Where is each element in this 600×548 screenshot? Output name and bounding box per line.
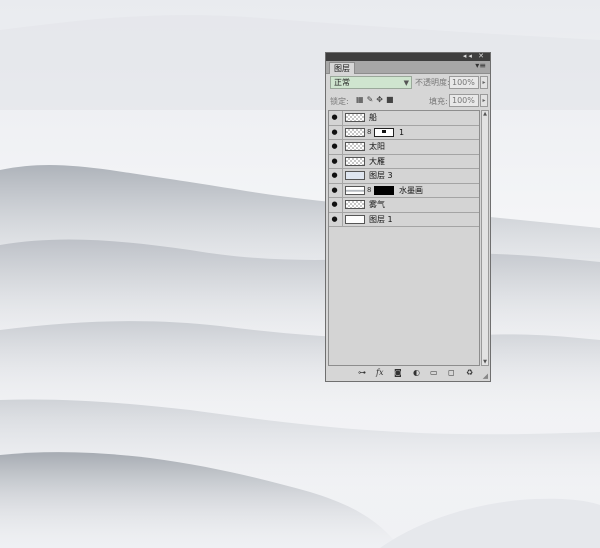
layer-row[interactable]: ● 8 1 [329,125,479,140]
trash-icon[interactable]: ♻ [466,368,473,377]
opacity-slider-toggle[interactable]: ▸ [480,76,488,89]
collapse-icon[interactable]: ◂◂ ✕ [463,52,486,60]
panel-titlebar[interactable]: ◂◂ ✕ [326,52,490,61]
blend-mode-value: 正常 [334,78,350,87]
tab-layers[interactable]: 图层 [329,62,355,74]
lock-label: 锁定: [330,97,349,106]
fx-icon[interactable]: fx [376,368,383,377]
eye-icon[interactable]: ● [330,157,339,166]
new-layer-icon[interactable]: ◻ [448,368,455,377]
layer-name: 图层 1 [369,214,393,224]
layer-thumbnail [345,185,365,195]
scroll-down-icon[interactable]: ▼ [482,359,488,365]
layer-name: 水墨画 [399,185,423,195]
blend-row: 正常 ▼ 不透明度: 100% ▸ [329,76,488,90]
lock-options: ▦✎✥■ [356,95,397,104]
layer-mask-thumbnail [374,127,394,137]
chevron-down-icon: ▼ [403,79,409,87]
layer-row[interactable]: ● 太阳 [329,140,479,155]
layer-list: ● 船 ● 8 1 ● 太阳 ● 大雁 ● 图层 3 ● 8 水墨画 ● 雾气 … [328,110,480,366]
eye-icon[interactable]: ● [330,142,339,151]
resize-grip-icon[interactable]: ◢ [483,372,488,380]
panel-footer: ⊶ fx ◙ ◐ ▭ ◻ ♻ ◢ [326,366,490,381]
eye-icon[interactable]: ● [330,171,339,180]
fill-label: 填充: [429,97,448,106]
layer-name: 1 [399,127,405,137]
layer-thumbnail [345,113,365,122]
layer-row[interactable]: ● 8 水墨画 [329,183,479,198]
eye-icon[interactable]: ● [330,200,339,209]
lock-pixels-icon[interactable]: ✎ [367,95,377,104]
layer-thumbnail [345,214,365,224]
layer-thumbnail [345,142,365,151]
link-layers-icon[interactable]: ⊶ [358,368,366,377]
layers-panel: ◂◂ ✕ 图层 ▾≡ 正常 ▼ 不透明度: 100% ▸ 锁定: ▦✎✥■ 填充… [325,52,491,382]
eye-icon[interactable]: ● [330,113,339,122]
fill-slider-toggle[interactable]: ▸ [480,94,488,107]
eye-icon[interactable]: ● [330,186,339,195]
misty-mountain-backdrop [0,0,600,548]
layer-thumbnail [345,171,365,180]
layer-row[interactable]: ● 图层 1 [329,212,479,227]
link-icon: 8 [367,185,372,194]
add-mask-icon[interactable]: ◙ [394,368,402,377]
eye-icon[interactable]: ● [330,128,339,137]
blend-mode-select[interactable]: 正常 ▼ [330,76,412,89]
layer-row[interactable]: ● 船 [329,111,479,126]
lock-position-icon[interactable]: ✥ [376,95,386,104]
layer-name: 大雁 [369,156,385,166]
layer-row[interactable]: ● 大雁 [329,154,479,169]
layer-thumbnail [345,156,365,166]
layer-thumbnail [345,127,365,137]
layer-list-scrollbar[interactable]: ▲ ▼ [481,110,489,366]
link-icon: 8 [367,127,372,136]
layer-row[interactable]: ● 图层 3 [329,169,479,184]
opacity-label: 不透明度: [415,78,450,87]
panel-tab-row: 图层 ▾≡ [326,61,490,74]
adjustment-layer-icon[interactable]: ◐ [413,368,420,377]
new-group-icon[interactable]: ▭ [430,368,438,377]
opacity-input[interactable]: 100% [449,76,479,89]
layer-name: 船 [369,113,377,122]
layer-thumbnail [345,200,365,209]
layer-mask-thumbnail [374,185,394,195]
fill-input[interactable]: 100% [449,94,479,107]
lock-transparent-icon[interactable]: ▦ [356,95,367,104]
layer-name: 太阳 [369,142,385,151]
lock-row: 锁定: ▦✎✥■ 填充: 100% ▸ [329,94,488,108]
lock-all-icon[interactable]: ■ [386,95,397,104]
scroll-up-icon[interactable]: ▲ [482,111,488,117]
layer-name: 图层 3 [369,171,393,180]
eye-icon[interactable]: ● [330,215,339,224]
layer-row[interactable]: ● 雾气 [329,198,479,213]
panel-menu-icon[interactable]: ▾≡ [475,61,486,70]
layer-name: 雾气 [369,200,385,209]
